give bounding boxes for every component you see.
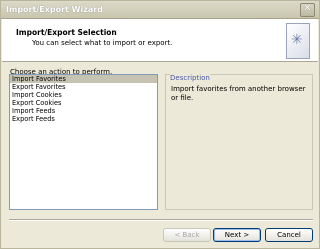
page-title: Import/Export Selection [16, 28, 117, 37]
list-item[interactable]: Import Feeds [10, 107, 157, 115]
list-item[interactable]: Export Cookies [10, 99, 157, 107]
list-item[interactable]: Export Feeds [10, 115, 157, 123]
close-button[interactable]: ✕ [300, 3, 315, 17]
list-item[interactable]: Import Cookies [10, 91, 157, 99]
wizard-header: Import/Export Selection You can select w… [2, 19, 318, 62]
list-item[interactable]: Export Favorites [10, 83, 157, 91]
next-button[interactable]: Next > [213, 228, 261, 242]
back-button[interactable]: < Back [163, 228, 211, 242]
list-item[interactable]: Import Favorites [10, 75, 157, 83]
import-export-wizard-window: Import/Export Wizard ✕ Import/Export Sel… [0, 0, 320, 249]
close-icon: ✕ [303, 3, 312, 14]
cancel-button[interactable]: Cancel [265, 228, 313, 242]
description-text: Import favorites from another browser or… [171, 85, 306, 102]
window-title: Import/Export Wizard [6, 5, 103, 14]
divider [9, 219, 313, 221]
action-list[interactable]: Import Favorites Export Favorites Import… [9, 74, 158, 210]
description-label: Description [170, 74, 210, 82]
description-group: Description Import favorites from anothe… [165, 74, 313, 210]
wizard-icon: ✳ [286, 23, 310, 59]
title-bar[interactable]: Import/Export Wizard ✕ [1, 1, 319, 19]
page-subtitle: You can select what to import or export. [32, 39, 173, 47]
